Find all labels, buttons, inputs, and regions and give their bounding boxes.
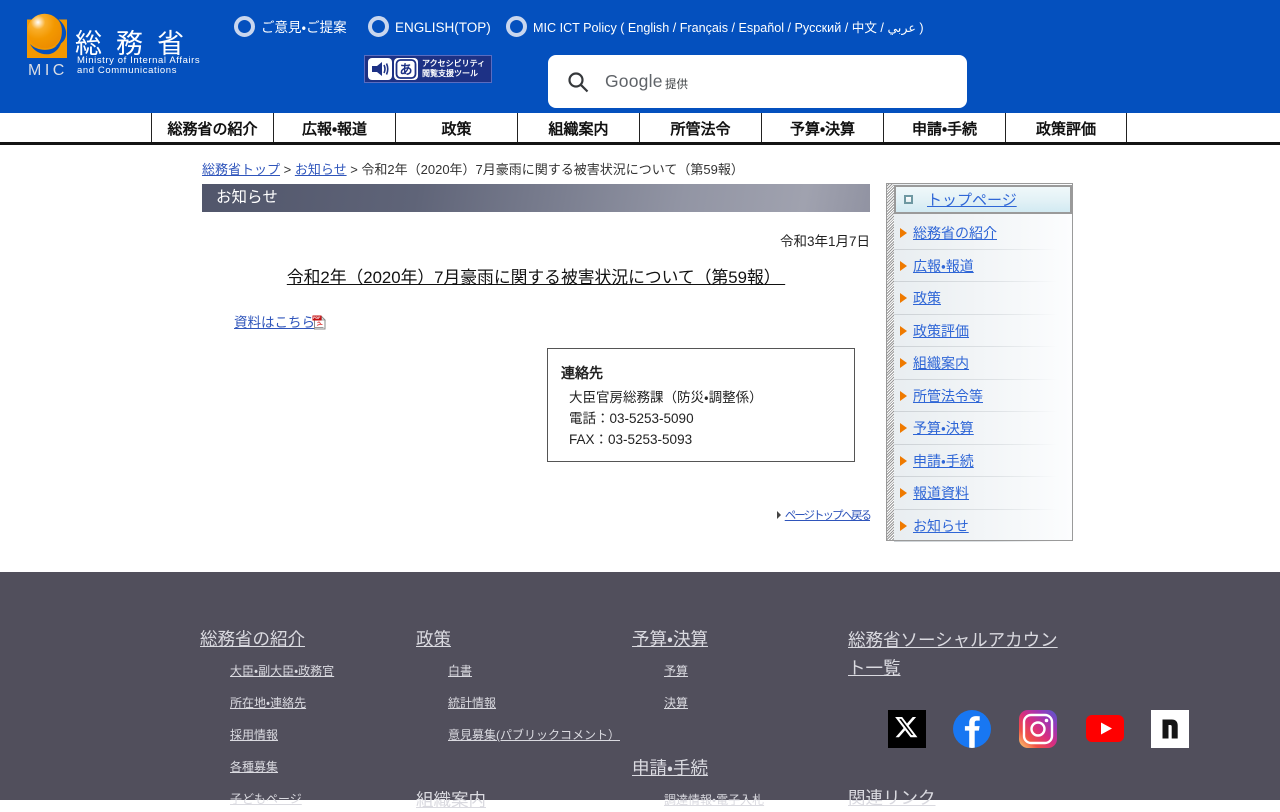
svg-text:あ: あ	[399, 62, 412, 77]
svg-text:PDF: PDF	[313, 316, 321, 320]
